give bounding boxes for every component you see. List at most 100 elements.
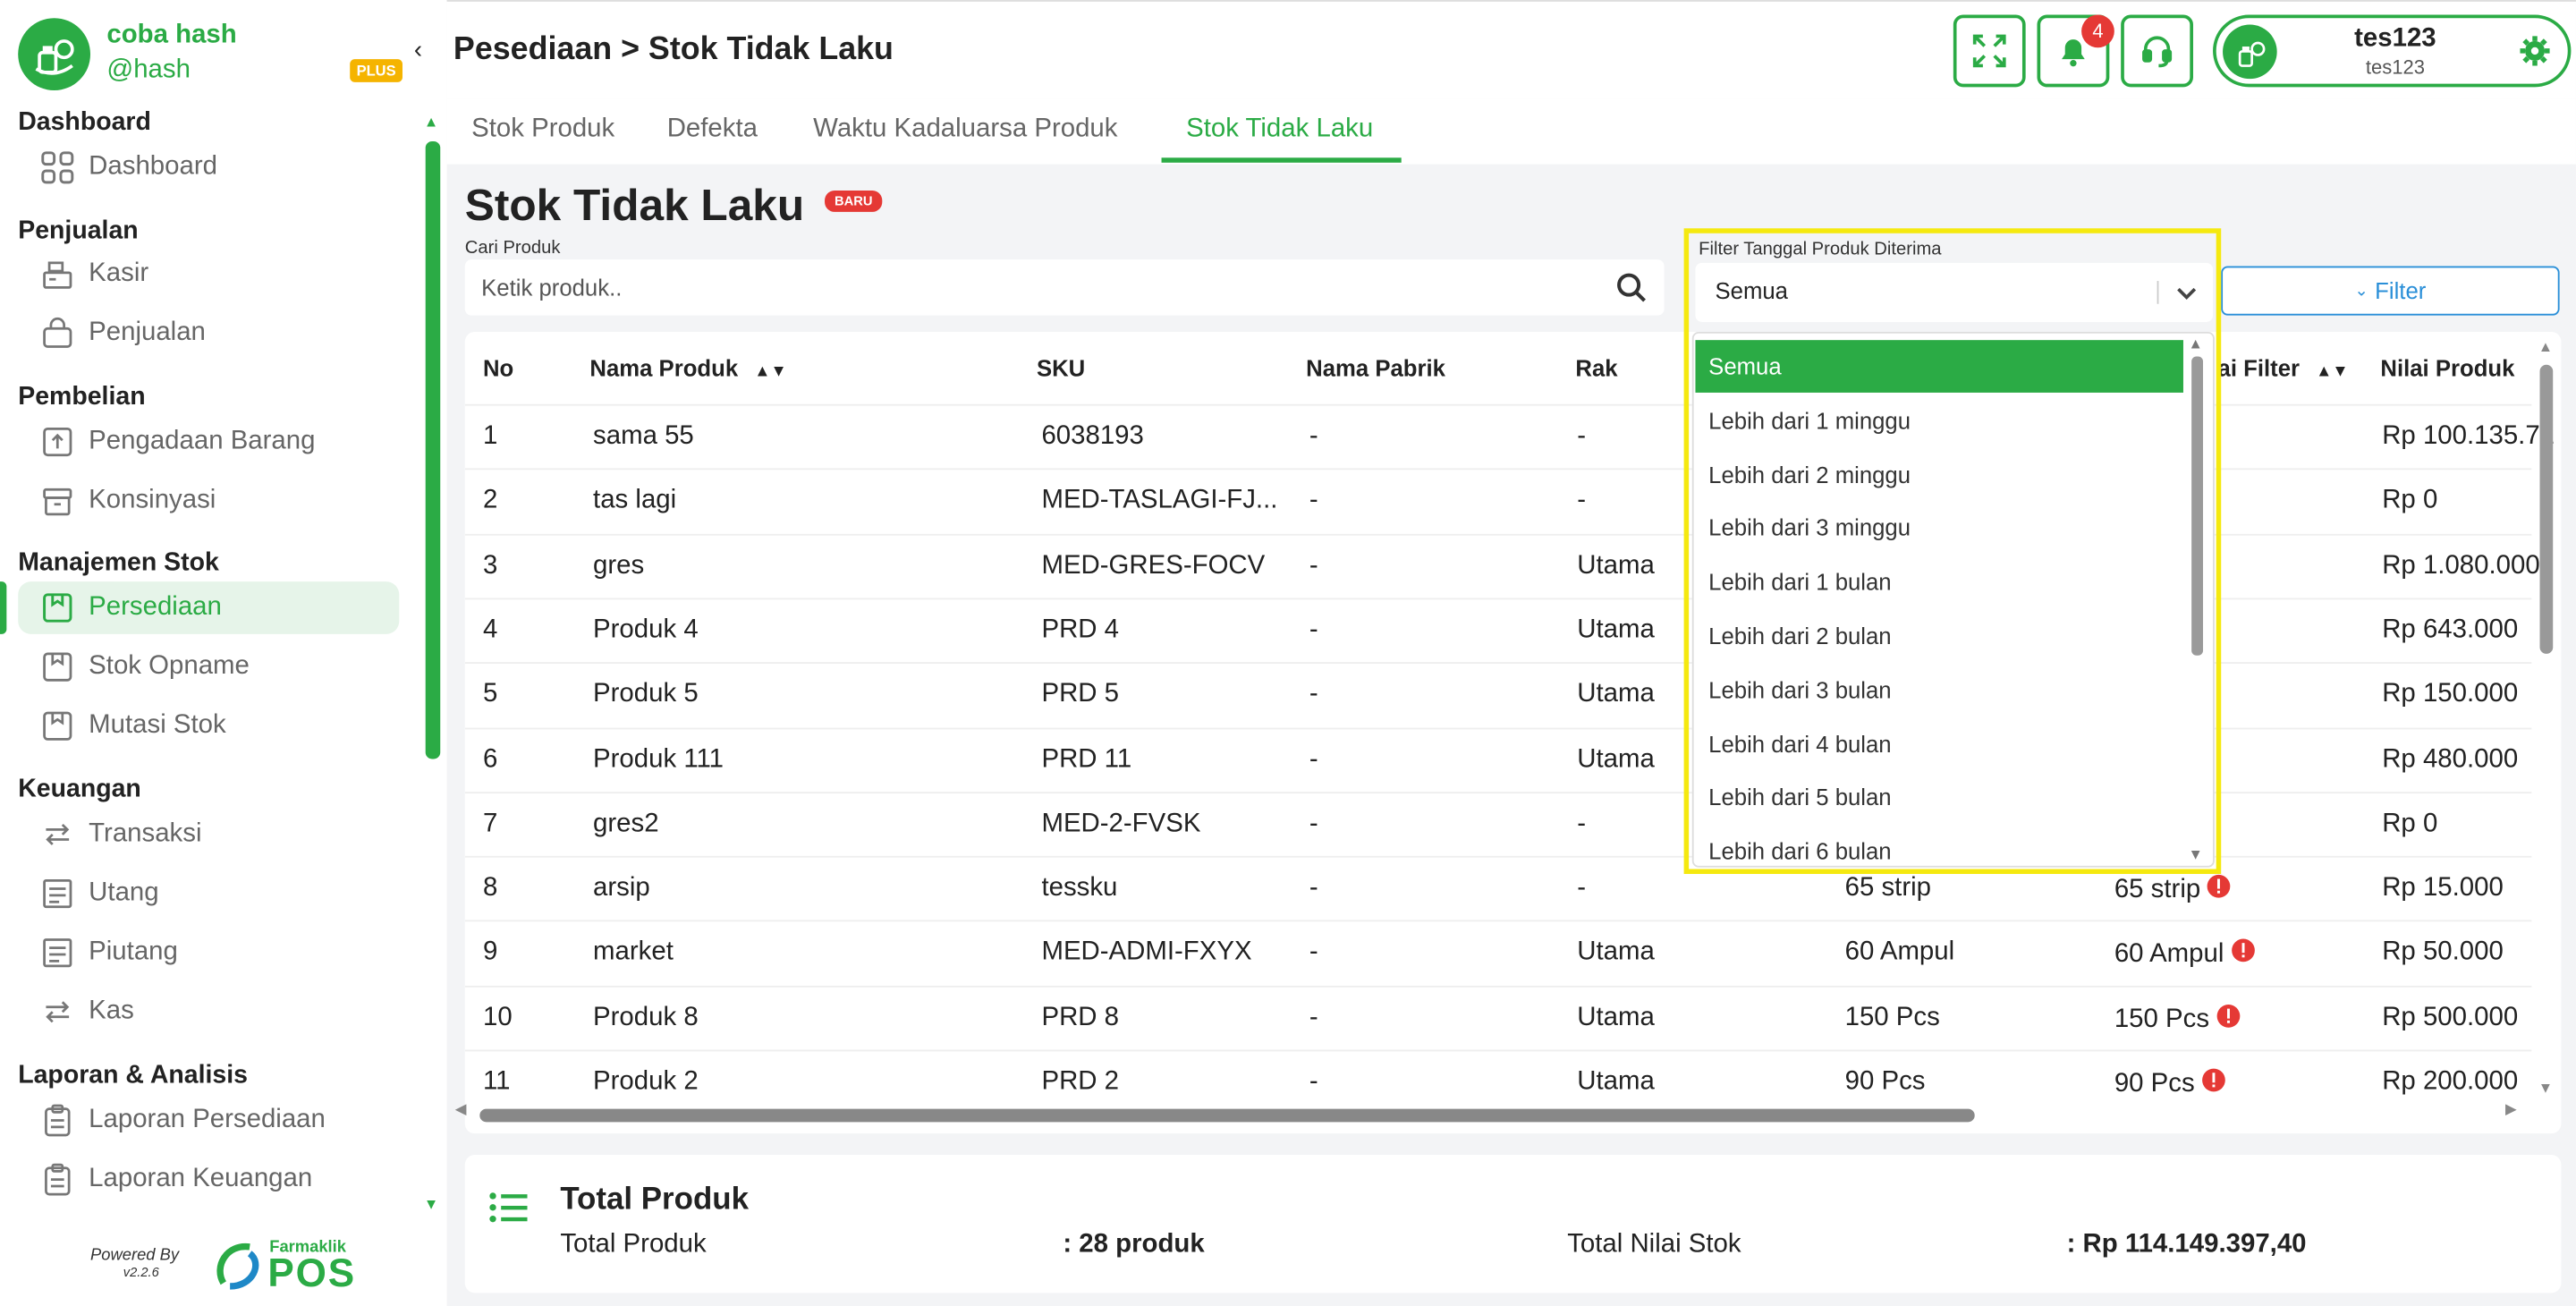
sidebar-item-pengadaan-barang[interactable]: Pengadaan Barang <box>18 416 399 469</box>
filter-option[interactable]: Lebih dari 1 bulan <box>1695 555 2183 608</box>
new-badge: BARU <box>825 191 883 212</box>
cell-product-name: Produk 5 <box>593 681 699 710</box>
sidebar-item-piutang[interactable]: Piutang <box>18 927 399 980</box>
cell-product-name-text: Produk 4 <box>593 615 699 644</box>
cell-product-value-text: Rp 0 <box>2382 810 2438 838</box>
product-table: No Nama Produk ▲▼ SKU Nama Pabrik Rak ai… <box>464 331 2562 1134</box>
table-row[interactable]: 2 tas lagi MED-TASLAGI-FJ... - - Rp 0 <box>464 468 2532 533</box>
table-row[interactable]: 11 Produk 2 PRD 2 - Utama 90 Pcs 90 Pcs Rp 200.… <box>464 1049 2532 1115</box>
cell-sku: 6038193 <box>1041 422 1143 452</box>
cell-sku-text: PRD 4 <box>1041 615 1120 644</box>
col-header-nilai-filter[interactable]: ai Filter ▲▼ <box>2218 355 2349 381</box>
support-button[interactable] <box>2121 14 2193 88</box>
cell-factory-text: - <box>1309 680 1318 708</box>
cell-stock: 60 Ampul <box>1845 938 1955 968</box>
filter-option[interactable]: Lebih dari 4 bulan <box>1695 717 2183 770</box>
section-keuangan: Keuangan <box>18 775 141 804</box>
sidebar-item-mutasi-stok[interactable]: Mutasi Stok <box>18 700 399 752</box>
table-row[interactable]: 9 market MED-ADMI-FXYX - Utama 60 Ampul 60 Amp… <box>464 920 2532 985</box>
table-horizontal-scrollbar[interactable] <box>479 1108 1975 1123</box>
cell-sku: PRD 5 <box>1041 681 1119 710</box>
filter-option[interactable]: Lebih dari 3 minggu <box>1695 502 2183 555</box>
table-row[interactable]: 4 Produk 4 PRD 4 - Utama Rp 643.000 <box>464 598 2532 662</box>
sidebar-item-laporan-persediaan[interactable]: Laporan Persediaan <box>18 1094 399 1147</box>
scroll-down-icon[interactable]: ▼ <box>2188 846 2202 862</box>
receipt-icon <box>39 935 75 971</box>
date-filter-select[interactable]: Semua <box>1695 262 2214 322</box>
cell-sku: PRD 11 <box>1041 745 1131 775</box>
scroll-up-icon[interactable]: ▲ <box>2188 335 2202 352</box>
cell-product-name-text: gres2 <box>593 810 659 838</box>
cell-product-name: market <box>593 938 674 968</box>
filter-option[interactable]: Lebih dari 5 bulan <box>1695 771 2183 824</box>
scroll-up-icon[interactable]: ▲ <box>2538 338 2553 354</box>
scroll-left-icon[interactable]: ◀ <box>455 1100 467 1118</box>
table-row[interactable]: 3gresMED-GRES-FOCV-UtamanpulRp 1.080.000 <box>464 533 2540 598</box>
date-filter-label: Filter Tanggal Produk Diterima <box>1699 240 1942 260</box>
cell-product-value: Rp 50.000 <box>2382 938 2504 968</box>
sidebar-item-kas[interactable]: Kas <box>18 986 399 1039</box>
tab-defekta[interactable]: Defekta <box>667 115 758 145</box>
sidebar-item-konsinyasi[interactable]: Konsinyasi <box>18 475 399 528</box>
brand-handle: @hash <box>106 55 191 84</box>
sidebar-item-kasir[interactable]: Kasir <box>18 248 399 301</box>
cell-rack: Utama <box>1577 551 1655 581</box>
sidebar-item-label: Laporan Persediaan <box>89 1105 326 1134</box>
tab-waktu-kadaluarsa[interactable]: Waktu Kadaluarsa Produk <box>813 115 1117 145</box>
scroll-up-icon[interactable]: ▲ <box>424 114 438 130</box>
chevron-down-icon[interactable] <box>2174 279 2199 305</box>
search-icon[interactable] <box>1614 271 1648 304</box>
cell-no-text: 4 <box>482 615 498 644</box>
tab-stok-produk[interactable]: Stok Produk <box>471 115 614 145</box>
brand-logo-icon <box>18 18 91 91</box>
scroll-down-icon[interactable]: ▼ <box>2538 1080 2553 1096</box>
filter-button[interactable]: ⌄ Filter <box>2221 266 2560 316</box>
filter-option[interactable]: Lebih dari 2 minggu <box>1695 448 2183 501</box>
menu-scrollbar[interactable] <box>2191 356 2204 656</box>
col-header-label: Nama Produk <box>589 354 739 382</box>
sidebar-item-label: Pengadaan Barang <box>89 427 316 455</box>
main-content: Pesediaan > Stok Tidak Laku 4 tes123 tes… <box>446 0 2576 1306</box>
filter-option[interactable]: Semua <box>1695 340 2183 393</box>
table-row[interactable]: 8 arsip tessku - - 65 strip 65 strip Rp 15.000 <box>464 855 2532 920</box>
cell-filter-value-text: 150 Pcs <box>2114 1005 2210 1034</box>
total-stock-label: Total Nilai Stok <box>1567 1230 1741 1259</box>
filter-option[interactable]: Lebih dari 6 bulan <box>1695 825 2183 866</box>
scroll-right-icon[interactable]: ▶ <box>2505 1100 2517 1118</box>
sidebar-item-persediaan[interactable]: Persediaan <box>18 581 400 634</box>
user-profile-card[interactable]: tes123 tes123 <box>2213 14 2572 88</box>
col-header-nama-produk[interactable]: Nama Produk ▲▼ <box>589 355 786 381</box>
tab-stok-tidak-laku[interactable]: Stok Tidak Laku <box>1186 115 1373 145</box>
cell-rack: Utama <box>1577 615 1655 645</box>
table-vertical-scrollbar[interactable] <box>2539 364 2554 654</box>
filter-option[interactable]: Lebih dari 1 minggu <box>1695 394 2183 446</box>
alert-icon <box>2216 1004 2241 1037</box>
collapse-sidebar-icon[interactable]: ‹ <box>414 36 422 64</box>
table-row[interactable]: 7gres2MED-2-FVSK--oulRp 0 <box>464 791 2532 856</box>
sidebar-item-utang[interactable]: Utang <box>18 868 399 920</box>
table-row[interactable]: 6 Produk 111 PRD 11 - Utama Rp 480.000 <box>464 726 2532 792</box>
sidebar-item-penjualan[interactable]: Penjualan <box>18 307 399 360</box>
table-row[interactable]: 10 Produk 8 PRD 8 - Utama 150 Pcs 150 Pcs Rp 50… <box>464 985 2532 1049</box>
gear-icon[interactable] <box>2519 35 2552 68</box>
table-row[interactable]: 1sama 556038193--eRp 100.135.71 <box>464 403 2555 469</box>
fullscreen-button[interactable] <box>1953 14 2026 88</box>
date-filter-value: Semua <box>1715 277 1788 304</box>
date-filter: Filter Tanggal Produk Diterima Semua Sem… <box>1683 228 2222 875</box>
cell-stock-text: 150 Pcs <box>1844 1003 1940 1031</box>
sidebar-item-stok-opname[interactable]: Stok Opname <box>18 640 399 693</box>
cell-stock: 150 Pcs <box>1845 1004 1940 1033</box>
sidebar-item-dashboard[interactable]: Dashboard <box>18 141 399 194</box>
sidebar-item-transaksi[interactable]: Transaksi <box>18 809 399 861</box>
cell-product-name: Produk 2 <box>593 1068 699 1098</box>
sidebar-item-laporan-keuangan[interactable]: Laporan Keuangan <box>18 1153 399 1206</box>
table-row[interactable]: 5 Produk 5 PRD 5 - Utama Rp 150.000 <box>464 662 2532 726</box>
scroll-down-icon[interactable]: ▼ <box>424 1196 438 1212</box>
plan-badge: PLUS <box>350 59 403 82</box>
cell-rack: Utama <box>1577 681 1655 710</box>
filter-option[interactable]: Lebih dari 3 bulan <box>1695 664 2183 717</box>
sidebar-scrollbar[interactable] <box>425 140 441 759</box>
sidebar-item-label: Mutasi Stok <box>89 711 226 740</box>
filter-option[interactable]: Lebih dari 2 bulan <box>1695 609 2183 662</box>
search-input[interactable] <box>481 259 1599 316</box>
